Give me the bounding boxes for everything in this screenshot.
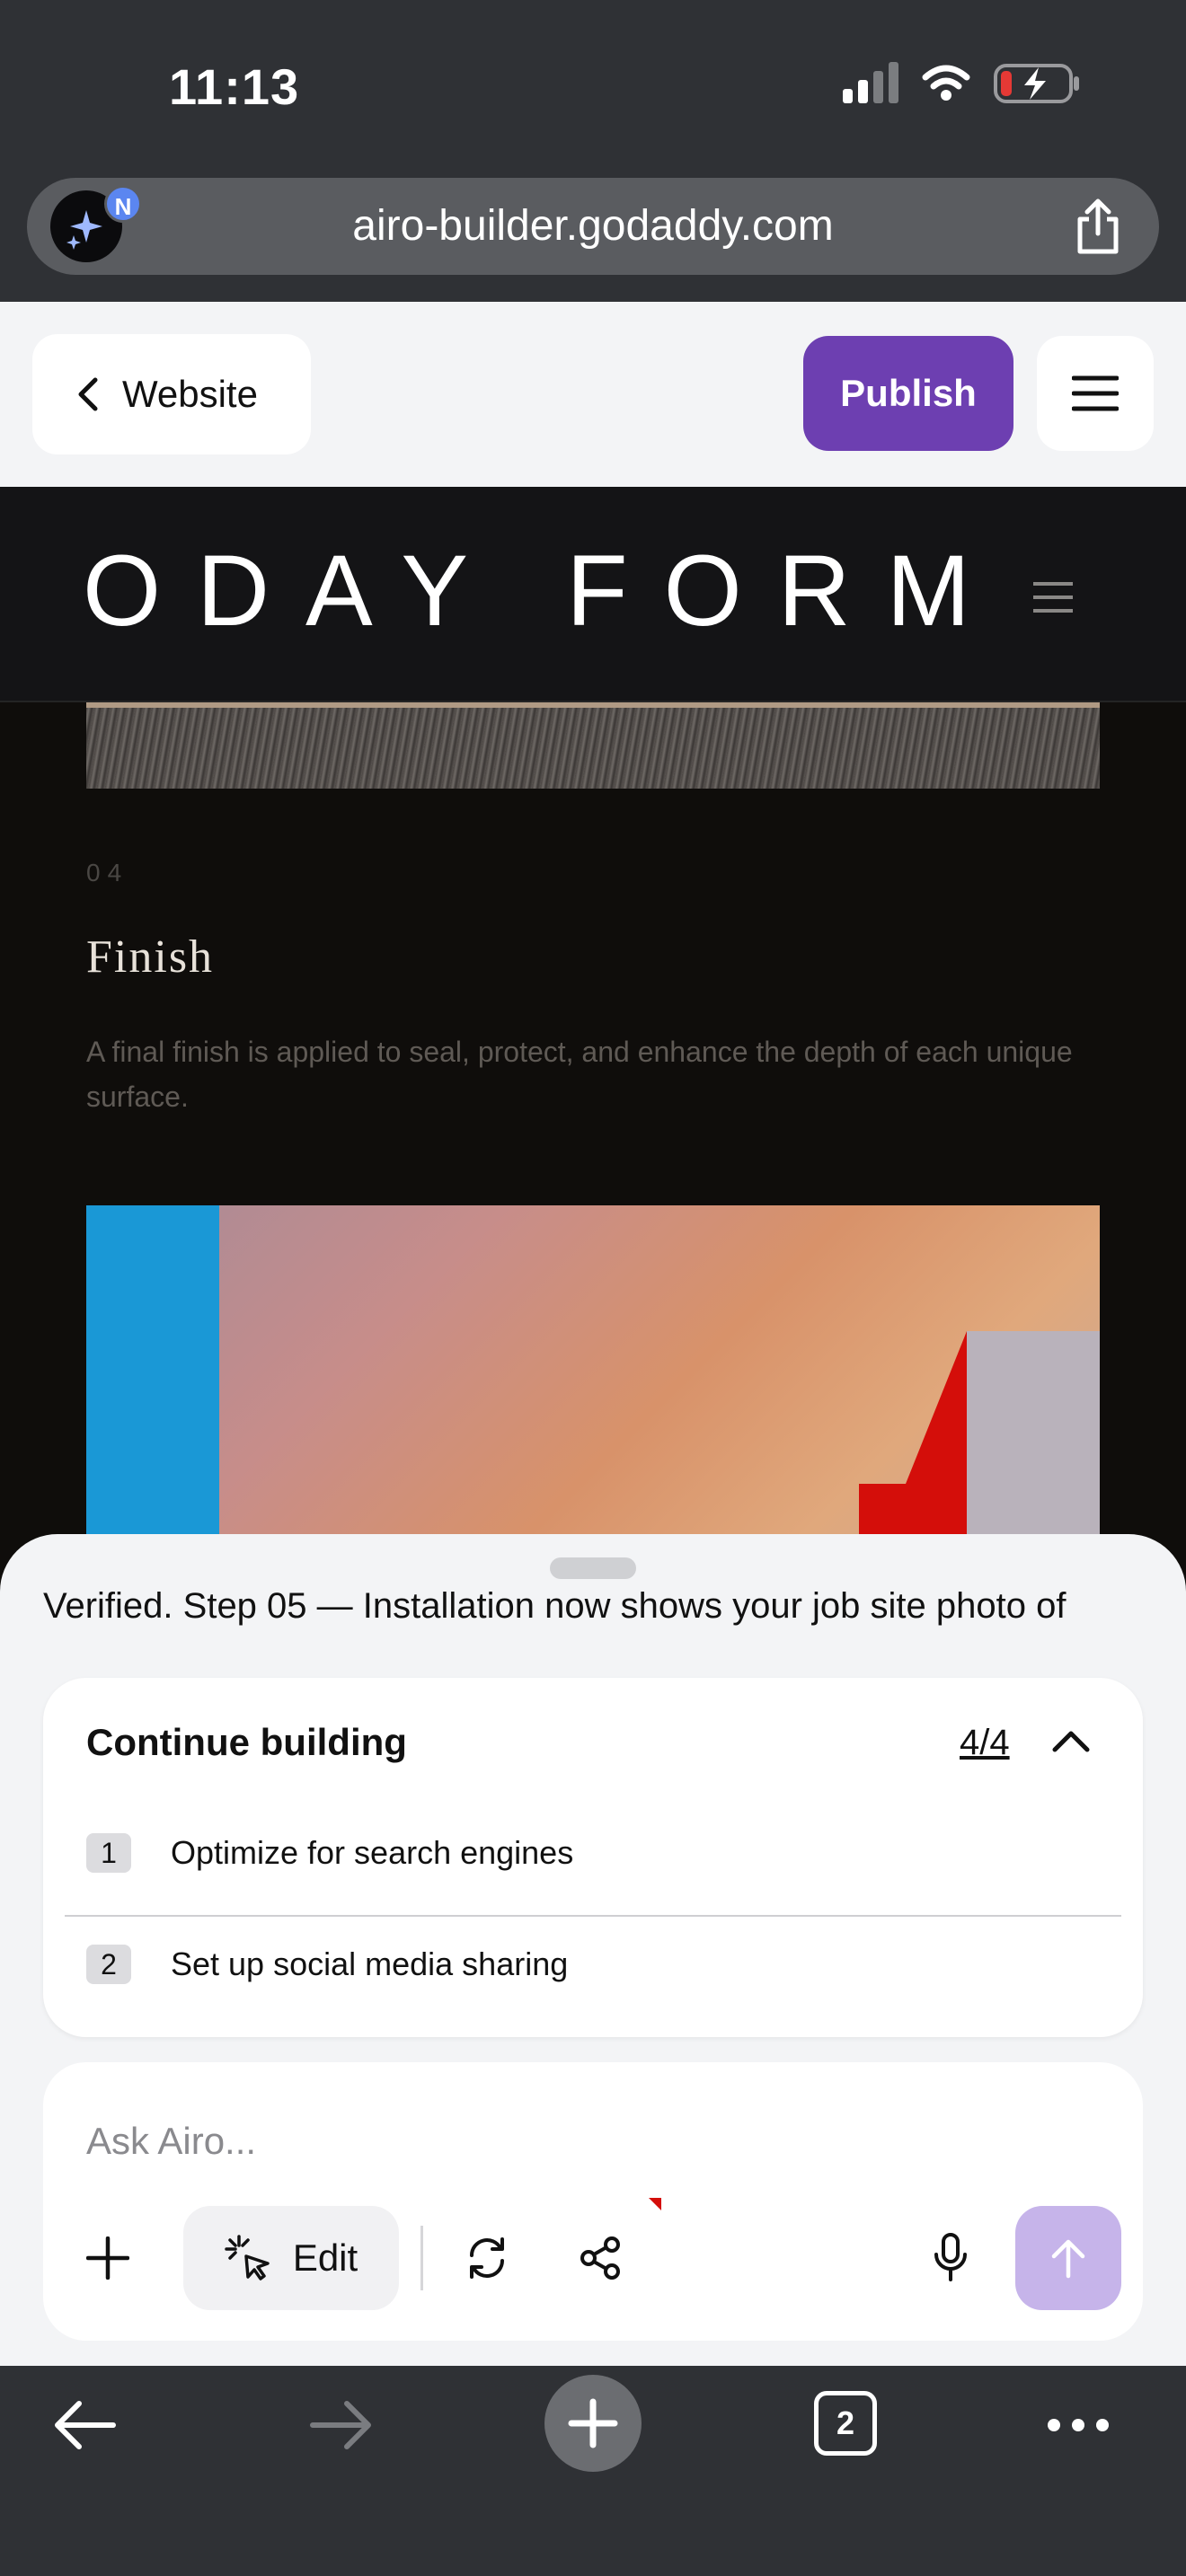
voice-input-button[interactable] <box>922 2229 979 2287</box>
send-button[interactable] <box>1015 2206 1121 2310</box>
browser-bottom-bar: 2 <box>0 2366 1186 2576</box>
site-menu-icon[interactable] <box>1031 580 1075 614</box>
site-logo[interactable]: ODAY FORM <box>83 541 1006 641</box>
step-description: A final finish is applied to seal, prote… <box>86 1036 1073 1113</box>
sheet-grabber[interactable] <box>550 1557 636 1579</box>
battery-charging-icon <box>994 64 1079 103</box>
continue-building-card: Continue building 4/4 1 Optimize for sea… <box>43 1678 1143 2037</box>
airo-chat-sheet: Verified. Step 05 — Installation now sho… <box>0 1534 1186 2366</box>
forward-button[interactable] <box>305 2389 377 2461</box>
url-bar[interactable]: N airo-builder.godaddy.com <box>27 178 1159 275</box>
installation-photo <box>86 1205 1100 1590</box>
editor-menu-button[interactable] <box>1037 336 1154 451</box>
notification-badge: N <box>104 185 142 223</box>
refresh-icon <box>470 2237 504 2279</box>
back-label: Website <box>122 373 258 415</box>
more-icon <box>1048 2419 1109 2431</box>
more-button[interactable] <box>1042 2389 1114 2461</box>
back-arrow-icon <box>55 2401 116 2449</box>
wood-texture-image <box>86 702 1100 789</box>
suggestion-item[interactable]: 2 Set up social media sharing <box>86 1924 1102 2005</box>
share-icon[interactable] <box>1073 198 1123 255</box>
site-header: ODAY FORM <box>0 487 1186 702</box>
microphone-icon <box>934 2233 967 2281</box>
chevron-up-icon[interactable] <box>1051 1728 1091 1753</box>
website-preview[interactable]: ODAY FORM 04 Finish A final finish is ap… <box>0 487 1186 1590</box>
wifi-icon <box>922 65 970 101</box>
signal-icon <box>843 62 898 103</box>
step-title: Finish <box>86 931 215 983</box>
editor-toolbar: Website Publish <box>0 302 1186 487</box>
chat-message: Verified. Step 05 — Installation now sho… <box>43 1586 1067 1626</box>
publish-button[interactable]: Publish <box>803 336 1013 451</box>
continue-count[interactable]: 4/4 <box>960 1723 1010 1763</box>
back-button[interactable] <box>49 2389 120 2461</box>
chevron-left-icon <box>78 377 98 411</box>
suggestion-label: Set up social media sharing <box>171 1945 569 1982</box>
cursor-marker <box>649 2198 661 2210</box>
continue-title: Continue building <box>86 1721 407 1763</box>
share-chat-button[interactable] <box>571 2229 629 2287</box>
back-to-website-button[interactable]: Website <box>32 334 311 454</box>
step-number: 04 <box>86 859 129 887</box>
suggestion-number: 1 <box>86 1833 131 1873</box>
status-time: 11:13 <box>169 58 300 115</box>
suggestion-label: Optimize for search engines <box>171 1834 574 1871</box>
arrow-up-icon <box>1051 2239 1085 2279</box>
url-text[interactable]: airo-builder.godaddy.com <box>162 178 1024 275</box>
share-nodes-icon <box>580 2236 620 2280</box>
suggestion-number: 2 <box>86 1945 131 1984</box>
ask-airo-input[interactable] <box>86 2120 895 2163</box>
add-attachment-button[interactable] <box>79 2229 137 2287</box>
forward-arrow-icon <box>310 2401 371 2449</box>
ask-airo-composer: Edit <box>43 2062 1143 2341</box>
tab-switcher-button[interactable]: 2 <box>814 2391 877 2456</box>
status-icons <box>843 62 1080 104</box>
composer-tools: Edit <box>43 2206 1143 2310</box>
hamburger-menu-icon <box>1072 375 1119 411</box>
plus-icon <box>568 2398 618 2448</box>
cursor-sparkle-icon <box>225 2235 270 2280</box>
divider <box>65 1915 1121 1917</box>
plus-icon <box>86 2236 129 2280</box>
divider <box>420 2226 423 2290</box>
suggestion-item[interactable]: 1 Optimize for search engines <box>86 1813 1102 1893</box>
new-tab-button[interactable] <box>544 2375 642 2472</box>
status-bar: 11:13 <box>0 0 1186 171</box>
regenerate-button[interactable] <box>458 2229 516 2287</box>
edit-mode-button[interactable]: Edit <box>183 2206 399 2310</box>
edit-label: Edit <box>292 2236 358 2279</box>
